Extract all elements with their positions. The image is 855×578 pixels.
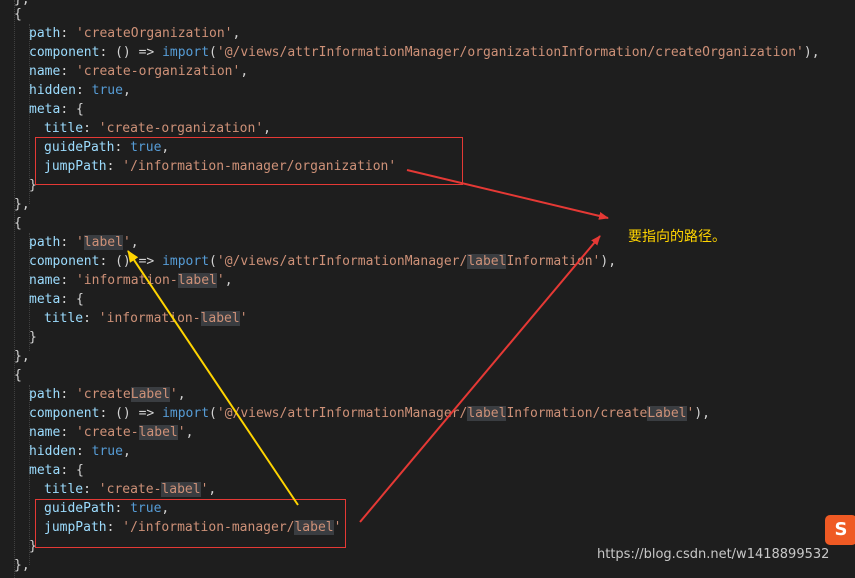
red-arrow-top bbox=[406, 169, 609, 220]
sogou-logo-icon: S bbox=[825, 515, 855, 545]
annotation-label: 要指向的路径。 bbox=[628, 229, 726, 245]
yellow-arrow bbox=[127, 250, 299, 506]
red-arrow-bottom bbox=[359, 235, 601, 523]
annotation-arrows bbox=[127, 169, 609, 523]
watermark-url: https://blog.csdn.net/w1418899532 bbox=[597, 547, 830, 562]
